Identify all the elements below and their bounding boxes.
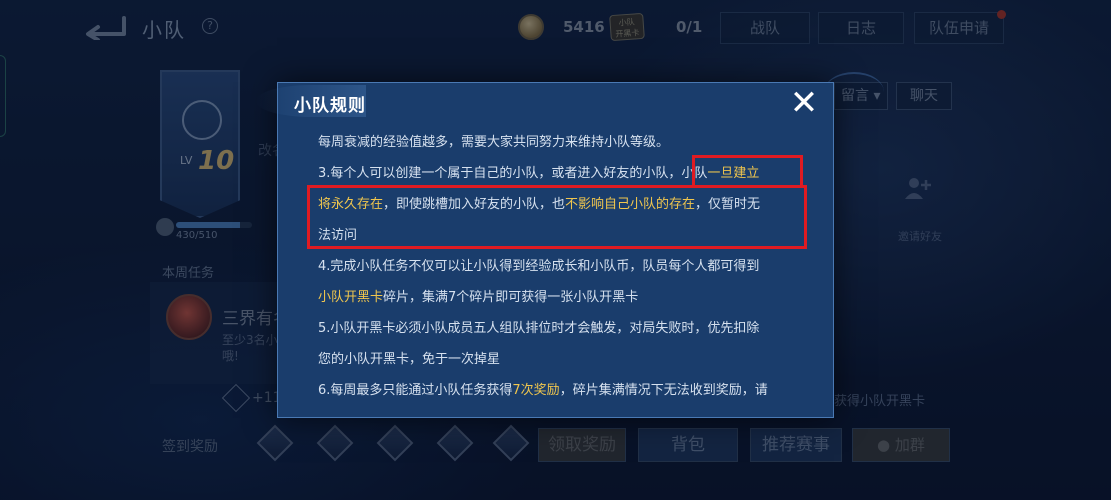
- rule-text: 每周衰减的经验值越多，需要大家共同努力来维持小队等级。: [318, 135, 670, 150]
- rule-line: 每周衰减的经验值越多，需要大家共同努力来维持小队等级。: [318, 127, 808, 158]
- close-button[interactable]: ✕: [787, 86, 821, 121]
- rule-text: 4.完成小队任务不仅可以让小队得到经验成长和小队币，队员每个人都可得到: [318, 259, 760, 274]
- rule-text: 3.每个人可以创建一个属于自己的小队，或者进入好友的小队，: [318, 166, 682, 181]
- rule-highlight-text: 小队开黑卡: [318, 290, 384, 305]
- team-rules-dialog: 小队规则 ✕ 每周衰减的经验值越多，需要大家共同努力来维持小队等级。 3.每个人可…: [256, 82, 834, 418]
- rule-line: 您的小队开黑卡，免于一次掉星: [318, 344, 808, 375]
- annotation-box: [692, 155, 803, 188]
- rule-line: 6.每周最多只能通过小队任务获得7次奖励，碎片集满情况下无法收到奖励，请: [318, 375, 808, 406]
- rule-line: 5.小队开黑卡必须小队成员五人组队排位时才会触发，对局失败时，优先扣除: [318, 313, 808, 344]
- rule-text: 您的小队开黑卡，免于一次掉星: [318, 352, 501, 367]
- rule-text: 5.小队开黑卡必须小队成员五人组队排位时才会触发，对局失败时，优先扣除: [318, 321, 760, 336]
- rule-line: 小队开黑卡碎片，集满7个碎片即可获得一张小队开黑卡: [318, 282, 808, 313]
- rule-text: ，碎片集满情况下无法收到奖励，请: [559, 383, 768, 398]
- rule-text: 6.每周最多只能通过小队任务获得: [318, 383, 513, 398]
- rule-line: 4.完成小队任务不仅可以让小队得到经验成长和小队币，队员每个人都可得到: [318, 251, 808, 282]
- annotation-box: [307, 185, 807, 249]
- dialog-header: 小队规则 ✕: [256, 83, 833, 123]
- dialog-title: 小队规则: [294, 96, 366, 116]
- rule-highlight-text: 7次奖励: [512, 383, 560, 398]
- rule-text: 碎片，集满7个碎片即可获得一张小队开黑卡: [383, 290, 639, 305]
